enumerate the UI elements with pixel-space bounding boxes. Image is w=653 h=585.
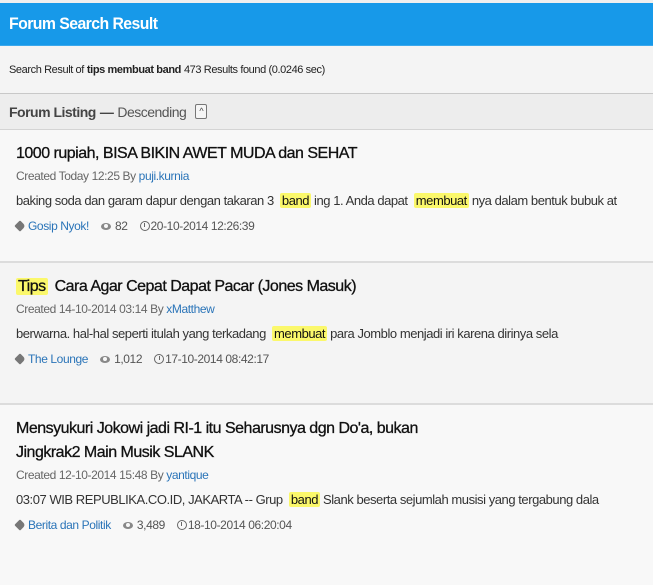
last-post-time: 17-10-2014 08:42:17 bbox=[154, 352, 269, 366]
snippet-text: nya dalam bentuk bubuk at bbox=[471, 193, 617, 208]
result-meta: Created 12-10-2014 15:48 By yantique bbox=[16, 468, 637, 482]
clock-icon bbox=[176, 520, 187, 530]
snippet-text: baking soda dan garam dapur dengan takar… bbox=[16, 193, 274, 208]
search-query: tips membuat band bbox=[86, 63, 181, 76]
result-title-text-line2: Jingkrak2 Main Musik SLANK bbox=[16, 444, 215, 461]
result-meta: Created Today 12:25 By puji.kurnia bbox=[16, 169, 637, 183]
last-post-value: 18-10-2014 06:20:04 bbox=[187, 518, 292, 532]
chevron-up-icon: ^ bbox=[199, 106, 204, 116]
result-info: Gosip Nyok! 82 20-10-2014 12:26:39 bbox=[14, 219, 637, 233]
author-link[interactable]: xMatthew bbox=[166, 302, 215, 316]
result-title-text: Cara Agar Cepat Dapat Pacar (Jones Masuk… bbox=[54, 278, 357, 295]
tag-icon bbox=[14, 519, 26, 531]
snippet-highlight: band bbox=[288, 492, 321, 507]
sort-toggle-button[interactable]: ^ bbox=[195, 104, 208, 119]
result-title-link[interactable]: Mensyukuri Jokowi jadi RI-1 itu Seharusn… bbox=[16, 417, 637, 465]
forum-tag: The Lounge bbox=[14, 352, 88, 366]
result-info: The Lounge 1,012 17-10-2014 08:42:17 bbox=[14, 352, 637, 366]
result-snippet: 03:07 WIB REPUBLIKA.CO.ID, JAKARTA -- Gr… bbox=[16, 491, 637, 509]
eye-icon bbox=[100, 355, 111, 363]
tag-icon bbox=[14, 220, 26, 232]
views-value: 82 bbox=[114, 219, 128, 233]
created-label: Created 14-10-2014 03:14 By bbox=[16, 302, 164, 316]
snippet-text: berwarna. hal-hal seperti itulah yang te… bbox=[16, 326, 266, 341]
created-label: Created Today 12:25 By bbox=[16, 169, 136, 183]
snippet-text: Slank beserta sejumlah musisi yang terga… bbox=[323, 492, 599, 507]
author-link[interactable]: puji.kurnia bbox=[139, 169, 190, 183]
result-title-text: Mensyukuri Jokowi jadi RI-1 itu Seharusn… bbox=[16, 420, 419, 437]
eye-icon bbox=[100, 222, 111, 230]
result-title-link[interactable]: Tips Cara Agar Cepat Dapat Pacar (Jones … bbox=[16, 275, 637, 299]
eye-icon bbox=[122, 521, 133, 529]
summary-prefix: Search Result of bbox=[9, 63, 84, 76]
result-meta: Created 14-10-2014 03:14 By xMatthew bbox=[16, 302, 637, 316]
created-label: Created 12-10-2014 15:48 By bbox=[16, 468, 164, 482]
views-value: 3,489 bbox=[136, 518, 165, 532]
result-info: Berita dan Politik 3,489 18-10-2014 06:2… bbox=[14, 518, 637, 532]
title-highlight: Tips bbox=[16, 278, 48, 295]
forum-link[interactable]: Berita dan Politik bbox=[28, 518, 111, 532]
last-post-time: 20-10-2014 12:26:39 bbox=[139, 219, 255, 233]
page-title: Forum Search Result bbox=[9, 14, 158, 33]
forum-tag: Berita dan Politik bbox=[14, 518, 111, 532]
listing-dash: — bbox=[99, 103, 114, 120]
snippet-highlight: band bbox=[279, 193, 312, 208]
snippet-text: ing 1. Anda dapat bbox=[314, 193, 408, 208]
snippet-highlight: membuat bbox=[413, 193, 469, 208]
author-link[interactable]: yantique bbox=[166, 468, 209, 482]
snippet-text: 03:07 WIB REPUBLIKA.CO.ID, JAKARTA -- Gr… bbox=[16, 492, 283, 507]
result-item: 1000 rupiah, BISA BIKIN AWET MUDA dan SE… bbox=[0, 130, 653, 263]
result-title-text: 1000 rupiah, BISA BIKIN AWET MUDA dan SE… bbox=[16, 145, 358, 162]
result-title-link[interactable]: 1000 rupiah, BISA BIKIN AWET MUDA dan SE… bbox=[16, 142, 637, 166]
clock-icon bbox=[139, 221, 150, 231]
search-summary: Search Result of tips membuat band 473 R… bbox=[0, 46, 653, 94]
snippet-highlight: membuat bbox=[272, 326, 328, 341]
listing-title: Forum Listing bbox=[9, 103, 96, 120]
results-count: 473 Results found (0.0246 sec) bbox=[183, 63, 325, 76]
forum-listing-bar: Forum Listing — Descending ^ bbox=[0, 94, 653, 130]
views-value: 1,012 bbox=[114, 352, 143, 366]
views-count: 1,012 bbox=[100, 352, 142, 366]
forum-link[interactable]: Gosip Nyok! bbox=[28, 219, 89, 233]
tag-icon bbox=[14, 353, 26, 365]
clock-icon bbox=[154, 354, 165, 364]
result-snippet: berwarna. hal-hal seperti itulah yang te… bbox=[16, 325, 637, 343]
last-post-value: 17-10-2014 08:42:17 bbox=[165, 352, 269, 366]
result-item: Tips Cara Agar Cepat Dapat Pacar (Jones … bbox=[0, 263, 653, 405]
views-count: 3,489 bbox=[122, 518, 165, 532]
sort-order-label: Descending bbox=[117, 103, 187, 120]
last-post-value: 20-10-2014 12:26:39 bbox=[150, 219, 255, 233]
forum-link[interactable]: The Lounge bbox=[28, 352, 88, 366]
forum-tag: Gosip Nyok! bbox=[14, 219, 89, 233]
page-header: Forum Search Result bbox=[0, 3, 653, 46]
snippet-text: para Jomblo menjadi iri karena dirinya s… bbox=[330, 326, 558, 341]
last-post-time: 18-10-2014 06:20:04 bbox=[176, 518, 292, 532]
result-snippet: baking soda dan garam dapur dengan takar… bbox=[16, 192, 637, 210]
views-count: 82 bbox=[100, 219, 128, 233]
result-item: Mensyukuri Jokowi jadi RI-1 itu Seharusn… bbox=[0, 405, 653, 585]
